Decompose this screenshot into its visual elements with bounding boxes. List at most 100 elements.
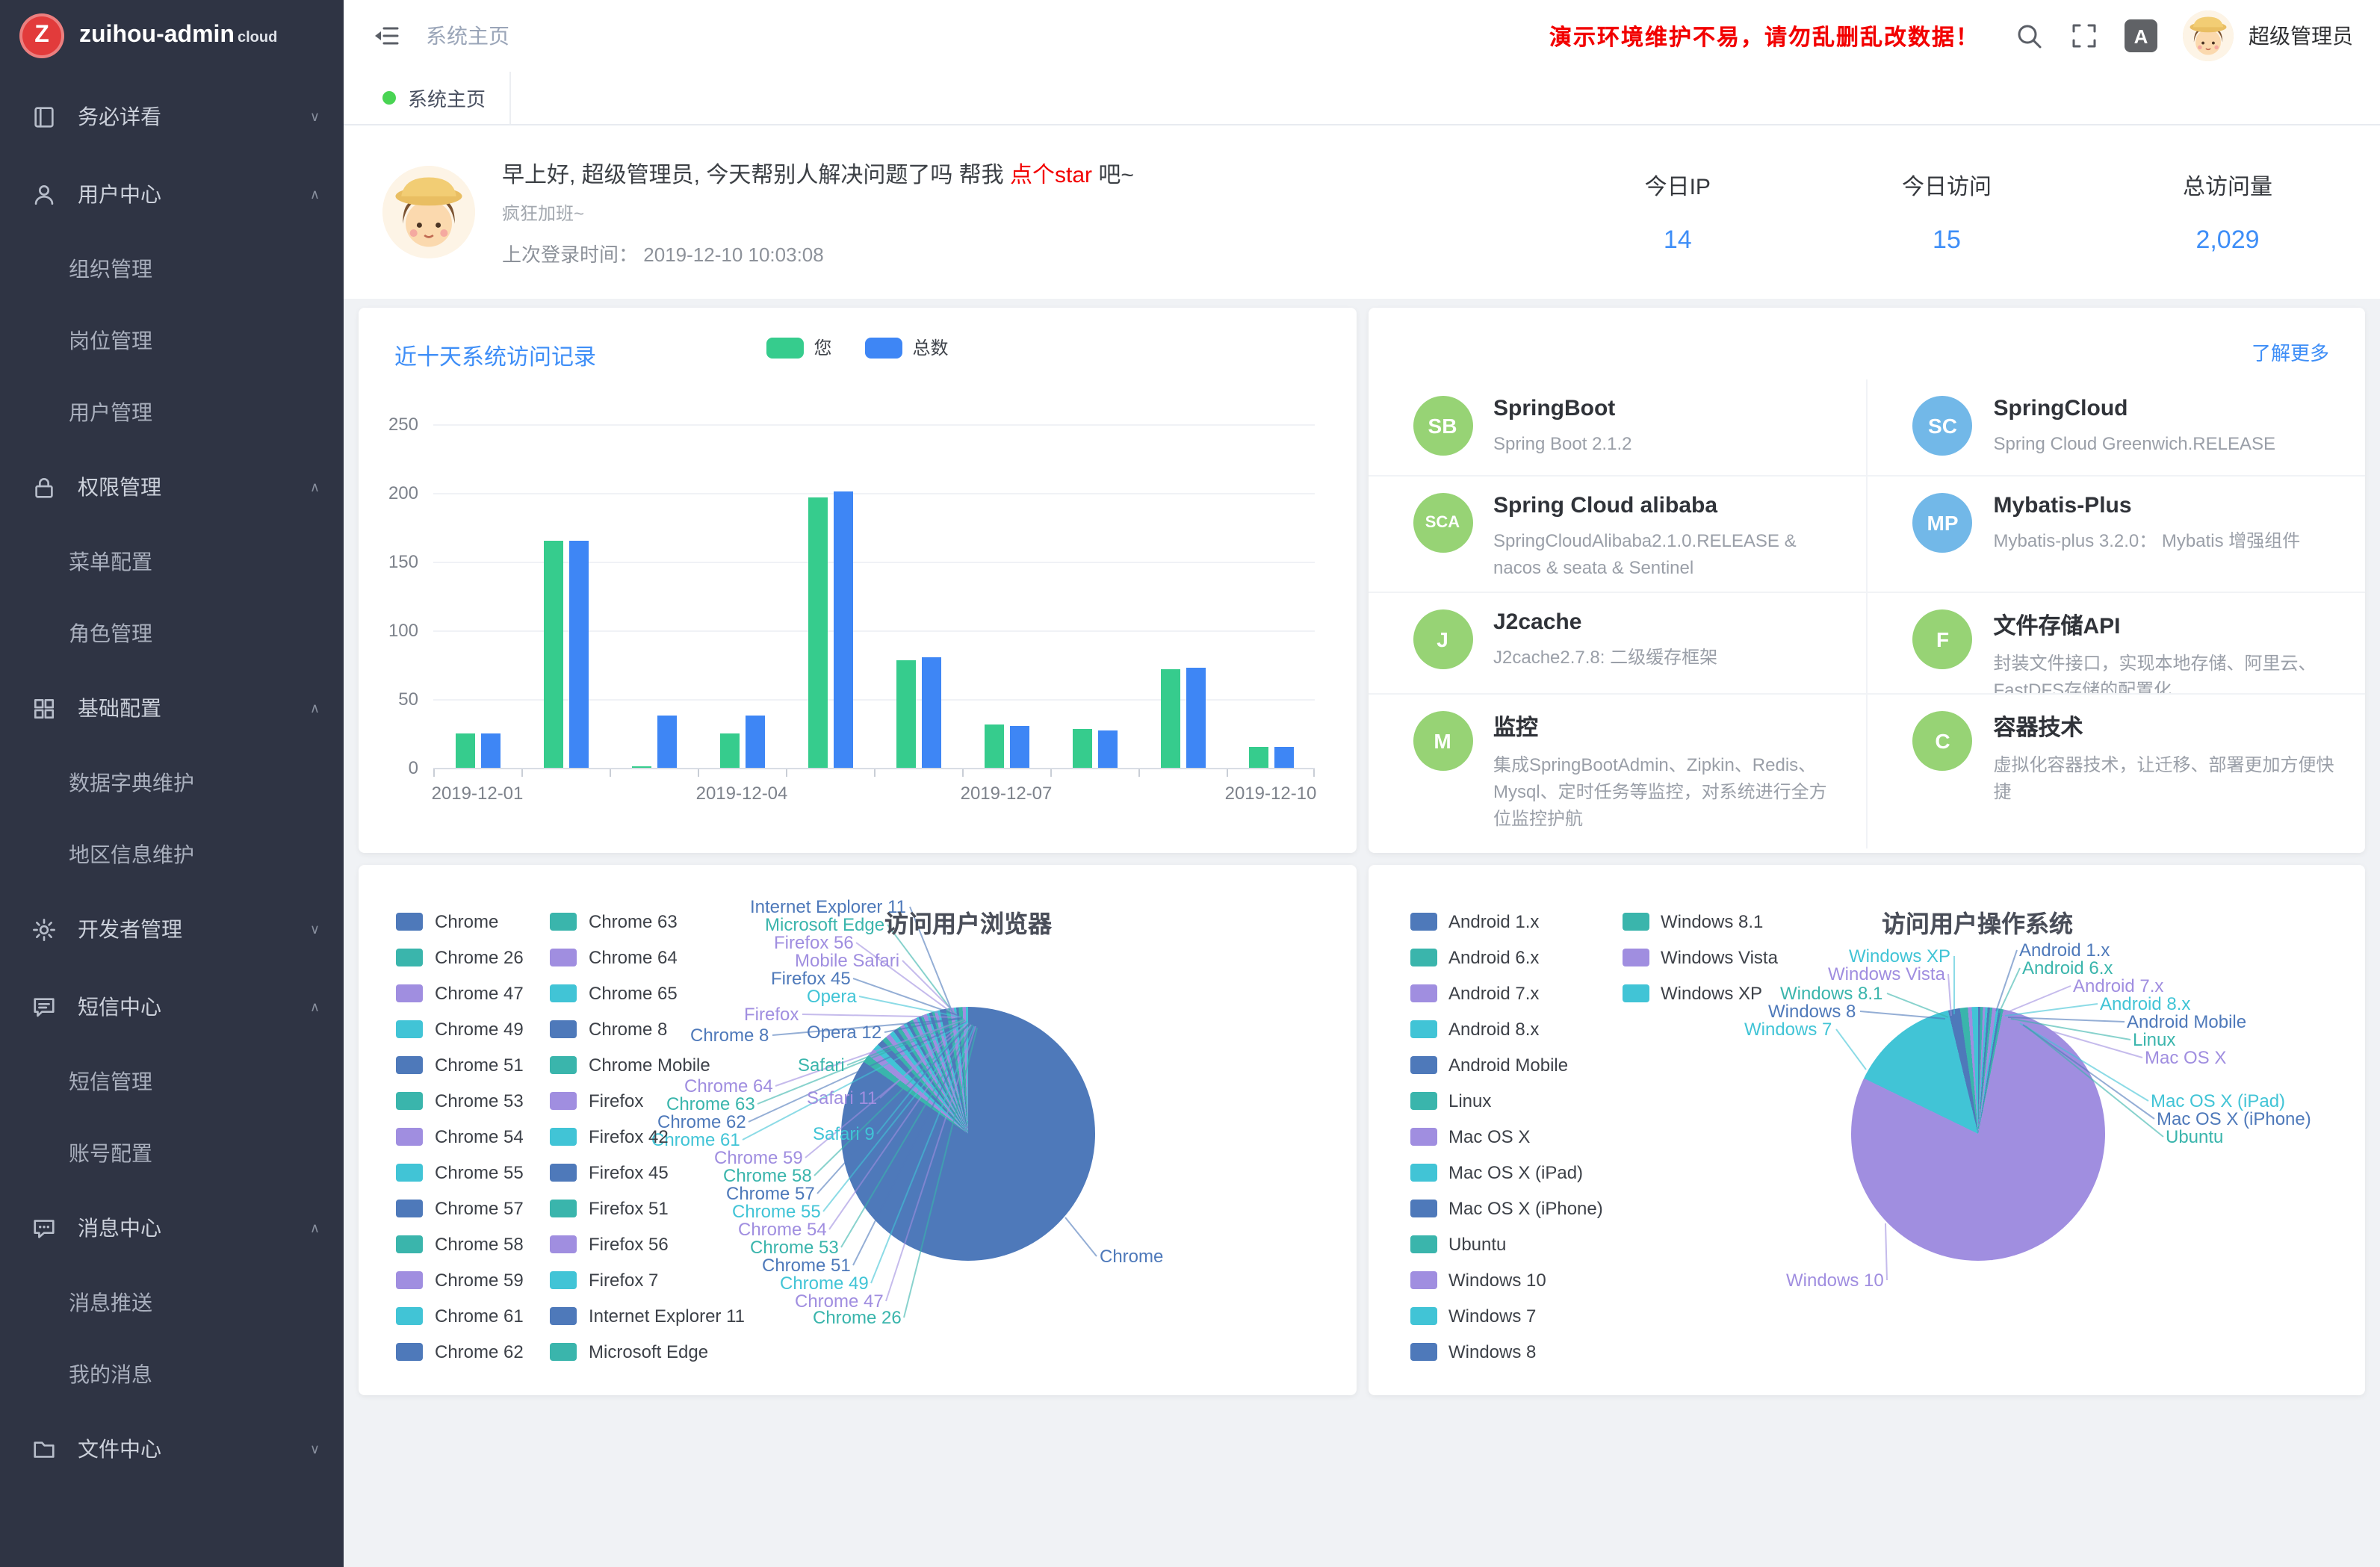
breadcrumb[interactable]: 系统主页 <box>426 21 509 51</box>
legend-swatch <box>396 1307 423 1325</box>
legend-item[interactable]: Linux <box>1410 1083 1622 1119</box>
username[interactable]: 超级管理员 <box>2249 21 2353 51</box>
legend-item[interactable]: Android 8.x <box>1410 1011 1622 1047</box>
bar-group[interactable] <box>962 424 1050 768</box>
main-area: 系统主页 演示环境维护不易，请勿乱删乱改数据！ A 超级管理员 系统主页 <box>344 0 2380 1567</box>
legend-item[interactable]: Chrome 8 <box>550 1011 704 1047</box>
legend-item[interactable]: Windows 8 <box>1410 1334 1622 1370</box>
sidebar-subitem[interactable]: 岗位管理 <box>0 305 344 376</box>
legend-label: Chrome 55 <box>435 1162 524 1183</box>
os-pie[interactable] <box>1850 1007 2104 1261</box>
sidebar-subitem[interactable]: 短信管理 <box>0 1046 344 1117</box>
pie-callout-label: Mac OS X <box>2145 1049 2226 1067</box>
legend-item[interactable]: Firefox 56 <box>550 1226 704 1262</box>
legend-item-total[interactable]: 总数 <box>865 335 949 360</box>
legend-item[interactable]: Android 1.x <box>1410 904 1622 940</box>
sidebar-item[interactable]: 消息中心∧ <box>0 1189 344 1267</box>
bar-group[interactable] <box>610 424 698 768</box>
learn-more-link[interactable]: 了解更多 <box>2252 338 2329 366</box>
fullscreen-icon[interactable] <box>2069 21 2099 51</box>
legend-item[interactable]: Chrome 47 <box>396 975 550 1011</box>
legend-item[interactable]: Firefox <box>550 1083 704 1119</box>
sidebar-subitem[interactable]: 账号配置 <box>0 1117 344 1189</box>
legend-item[interactable]: Firefox 51 <box>550 1191 704 1226</box>
sidebar-item[interactable]: 短信中心∧ <box>0 968 344 1046</box>
legend-item-yours[interactable]: 您 <box>766 335 831 360</box>
x-axis-tick <box>1227 769 1228 777</box>
bar-group[interactable] <box>521 424 610 768</box>
legend-item[interactable]: Chrome 65 <box>550 975 704 1011</box>
star-link[interactable]: 点个star <box>1010 162 1092 187</box>
legend-item[interactable]: Chrome 54 <box>396 1119 550 1155</box>
sidebar-item[interactable]: 基础配置∧ <box>0 669 344 747</box>
bar-group[interactable] <box>433 424 521 768</box>
legend-item[interactable]: Windows 10 <box>1410 1262 1622 1298</box>
sidebar-item-label: 基础配置 <box>78 693 310 723</box>
search-icon[interactable] <box>2014 21 2044 51</box>
legend-item[interactable]: Android Mobile <box>1410 1047 1622 1083</box>
sidebar-subitem[interactable]: 地区信息维护 <box>0 819 344 890</box>
font-size-icon[interactable]: A <box>2125 19 2157 52</box>
legend-item[interactable]: Chrome 51 <box>396 1047 550 1083</box>
sidebar-subitem[interactable]: 角色管理 <box>0 598 344 669</box>
legend-item[interactable]: Windows 7 <box>1410 1298 1622 1334</box>
legend-item[interactable]: Mac OS X (iPhone) <box>1410 1191 1622 1226</box>
browser-pie[interactable] <box>841 1007 1095 1261</box>
bar-总数 <box>1097 730 1117 768</box>
legend-item[interactable]: Mac OS X <box>1410 1119 1622 1155</box>
legend-item[interactable]: Chrome Mobile <box>550 1047 704 1083</box>
legend-item[interactable]: Ubuntu <box>1410 1226 1622 1262</box>
legend-item[interactable]: Chrome 59 <box>396 1262 550 1298</box>
sidebar-subitem[interactable]: 消息推送 <box>0 1267 344 1338</box>
bar-group[interactable] <box>1227 424 1315 768</box>
avatar[interactable] <box>2183 10 2234 61</box>
legend-item[interactable]: Chrome 58 <box>396 1226 550 1262</box>
sidebar-item[interactable]: 开发者管理∨ <box>0 890 344 968</box>
sidebar-item[interactable]: 文件中心∨ <box>0 1410 344 1488</box>
legend-swatch <box>550 1092 577 1110</box>
legend-item[interactable]: Android 6.x <box>1410 940 1622 975</box>
pie-callout-label: Opera <box>807 987 857 1005</box>
sidebar-item[interactable]: 用户中心∧ <box>0 155 344 233</box>
legend-item[interactable]: Firefox 45 <box>550 1155 704 1191</box>
gear-icon <box>30 916 57 943</box>
sidebar-subitem[interactable]: 数据字典维护 <box>0 747 344 819</box>
legend-swatch <box>396 1164 423 1182</box>
sidebar-subitem[interactable]: 我的消息 <box>0 1338 344 1410</box>
bar-group[interactable] <box>874 424 962 768</box>
bar-group[interactable] <box>1050 424 1138 768</box>
legend-label: Mac OS X (iPad) <box>1448 1162 1583 1183</box>
legend-item[interactable]: Windows 8.1 <box>1622 904 1834 940</box>
legend-item[interactable]: Chrome 53 <box>396 1083 550 1119</box>
legend-item[interactable]: Mac OS X (iPad) <box>1410 1155 1622 1191</box>
bar-group[interactable] <box>698 424 786 768</box>
legend-item[interactable]: Chrome 26 <box>396 940 550 975</box>
legend-item[interactable]: Firefox 7 <box>550 1262 704 1298</box>
legend-item[interactable]: Chrome 55 <box>396 1155 550 1191</box>
legend-item[interactable]: Chrome 62 <box>396 1334 550 1370</box>
tab-home[interactable]: 系统主页 <box>359 72 511 124</box>
legend-item[interactable]: Chrome <box>396 904 550 940</box>
sidebar-item-label: 开发者管理 <box>78 914 310 944</box>
sidebar-subitem[interactable]: 用户管理 <box>0 376 344 448</box>
legend-item[interactable]: Chrome 57 <box>396 1191 550 1226</box>
legend-item[interactable]: Internet Explorer 11 <box>550 1298 704 1334</box>
legend-item[interactable]: Microsoft Edge <box>550 1334 704 1370</box>
legend-item[interactable]: Windows Vista <box>1622 940 1834 975</box>
legend-item[interactable]: Chrome 61 <box>396 1298 550 1334</box>
sidebar-item[interactable]: 务必详看∨ <box>0 78 344 155</box>
legend-item[interactable]: Android 7.x <box>1410 975 1622 1011</box>
sidebar-item[interactable]: 权限管理∧ <box>0 448 344 526</box>
bar-group[interactable] <box>786 424 874 768</box>
sidebar-subitem[interactable]: 组织管理 <box>0 233 344 305</box>
legend-item[interactable]: Windows XP <box>1622 975 1834 1011</box>
sidebar-subitem[interactable]: 菜单配置 <box>0 526 344 598</box>
bar-group[interactable] <box>1138 424 1227 768</box>
legend-item[interactable]: Chrome 63 <box>550 904 704 940</box>
logo[interactable]: Z zuihou-admincloud <box>0 0 344 72</box>
legend-item[interactable]: Firefox 42 <box>550 1119 704 1155</box>
x-axis-tick <box>521 769 523 777</box>
legend-item[interactable]: Chrome 49 <box>396 1011 550 1047</box>
legend-item[interactable]: Chrome 64 <box>550 940 704 975</box>
collapse-sidebar-icon[interactable] <box>371 21 400 51</box>
